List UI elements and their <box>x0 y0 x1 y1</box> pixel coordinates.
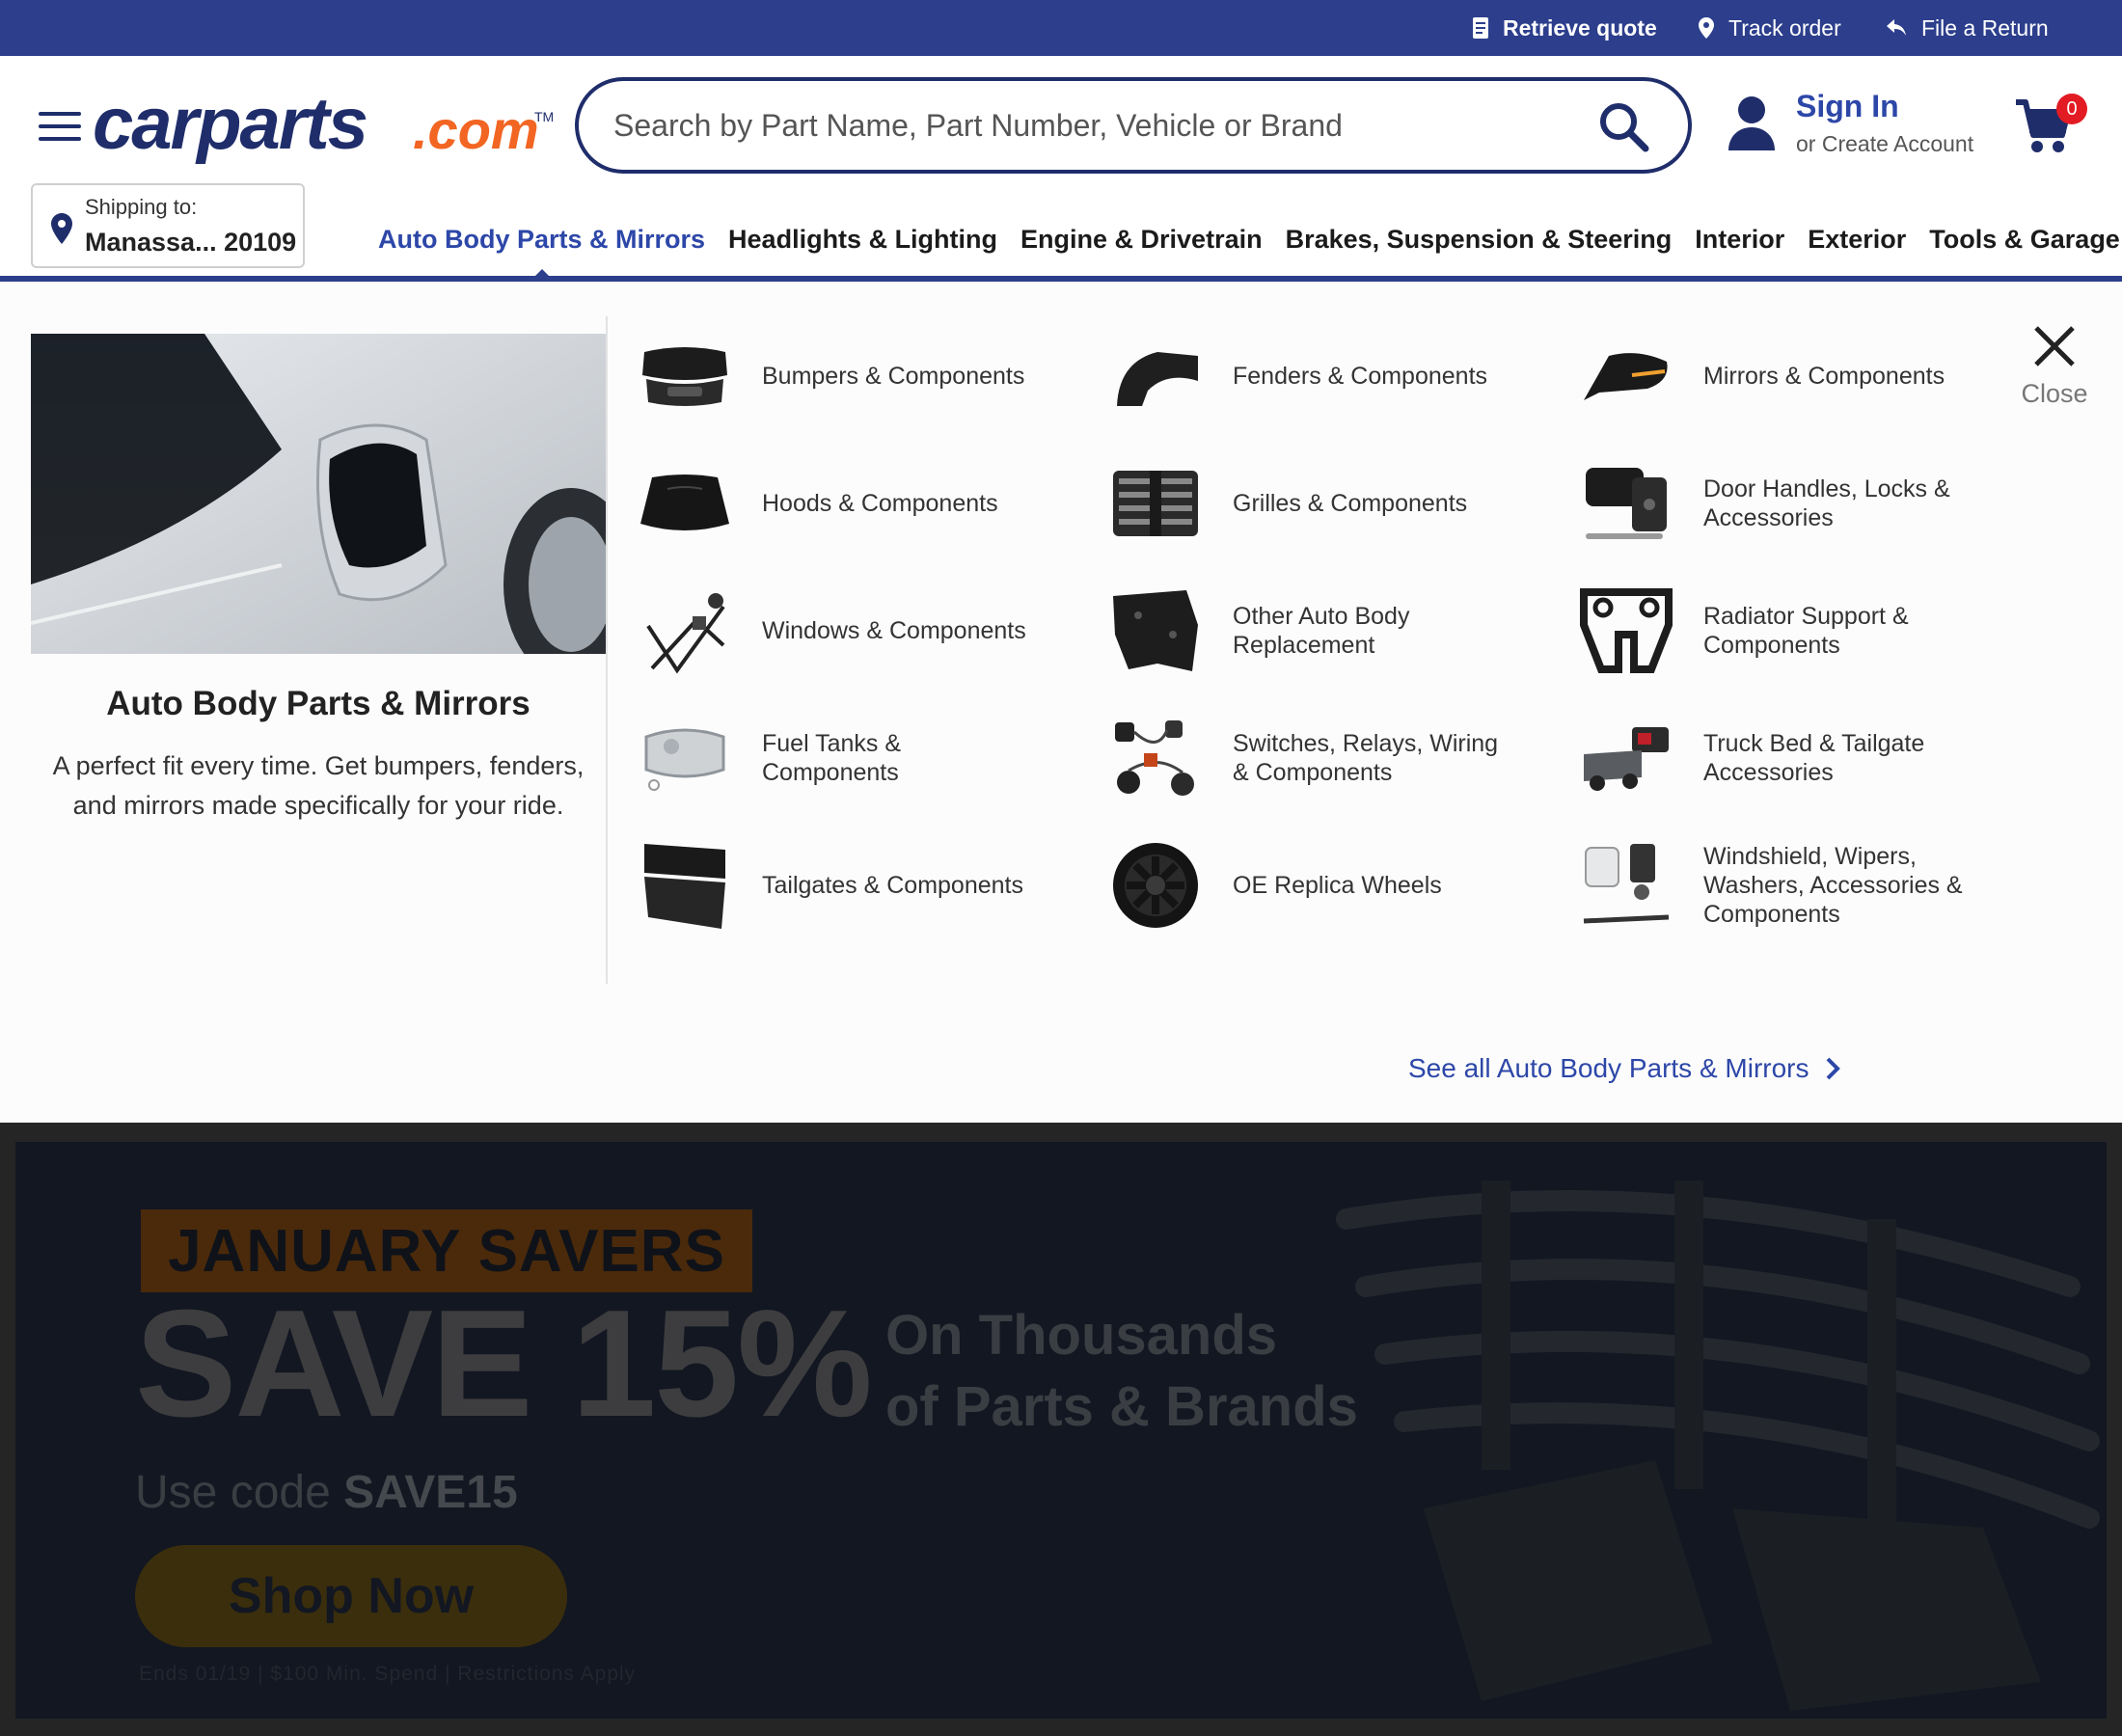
category-other-body[interactable]: Other Auto Body Replacement <box>1107 583 1512 679</box>
category-windshield-wipers[interactable]: Windshield, Wipers, Washers, Accessories… <box>1578 837 1983 934</box>
shipping-location-selector[interactable]: Shipping to: Manassa... 20109 <box>31 183 305 268</box>
search-icon[interactable] <box>1597 100 1649 152</box>
fender-icon <box>1107 328 1204 424</box>
carparts-logo[interactable]: carparts .com TM <box>93 83 556 166</box>
side-mirror-photo[interactable] <box>31 334 606 654</box>
see-all-link[interactable]: See all Auto Body Parts & Mirrors <box>1408 1053 1840 1084</box>
category-grilles[interactable]: Grilles & Components <box>1107 455 1512 552</box>
category-bumpers[interactable]: Bumpers & Components <box>637 328 1042 424</box>
close-icon <box>2034 326 2075 366</box>
category-switches-wiring[interactable]: Switches, Relays, Wiring & Components <box>1107 710 1512 806</box>
see-all-label: See all Auto Body Parts & Mirrors <box>1408 1053 1809 1083</box>
promo-headline: SAVE 15% <box>135 1279 873 1449</box>
windshield-wiper-icon <box>1578 837 1674 934</box>
close-menu-button[interactable]: Close <box>2016 324 2093 409</box>
feature-description: A perfect fit every time. Get bumpers, f… <box>52 751 585 820</box>
create-account-link[interactable]: or Create Account <box>1796 131 1973 157</box>
search-input[interactable] <box>613 81 1578 170</box>
wheel-icon <box>1107 837 1204 934</box>
category-label: Mirrors & Components <box>1703 363 1945 390</box>
close-label: Close <box>2021 379 2088 408</box>
bumper-icon <box>637 328 733 424</box>
radiator-support-icon <box>1578 583 1674 679</box>
nav-auto-body-parts-mirrors[interactable]: Auto Body Parts & Mirrors <box>378 225 705 279</box>
feature-title: Auto Body Parts & Mirrors <box>106 685 530 722</box>
promo-banner-overlay: JANUARY SAVERS SAVE 15% On Thousands of … <box>0 1123 2122 1736</box>
track-order-link[interactable]: Track order <box>1698 0 1841 56</box>
category-door-handles[interactable]: Door Handles, Locks & Accessories <box>1578 455 1983 552</box>
category-label: Door Handles, Locks & Accessories <box>1703 475 1950 531</box>
nav-interior[interactable]: Interior <box>1695 225 1784 265</box>
category-label: Tailgates & Components <box>762 872 1023 899</box>
category-label: Other Auto Body Replacement <box>1233 603 1410 659</box>
search-bar <box>575 77 1692 174</box>
shipping-location: Manassa... 20109 <box>85 228 297 257</box>
category-radiator-support[interactable]: Radiator Support & Components <box>1578 583 1983 679</box>
nav-tools-garage[interactable]: Tools & Garage <box>1929 225 2120 265</box>
retrieve-quote-label: Retrieve quote <box>1503 14 1657 41</box>
logo-wordmark: carparts <box>93 89 367 165</box>
category-label: Switches, Relays, Wiring & Components <box>1233 730 1499 786</box>
category-label: Windows & Components <box>762 617 1026 644</box>
promo-fine-print: Ends 01/19 | $100 Min. Spend | Restricti… <box>139 1663 637 1685</box>
category-oe-replica-wheels[interactable]: OE Replica Wheels <box>1107 837 1512 934</box>
retrieve-quote-link[interactable]: Retrieve quote <box>1472 0 1657 56</box>
category-fuel-tanks[interactable]: Fuel Tanks & Components <box>637 710 1042 806</box>
user-account-icon[interactable] <box>1727 95 1777 152</box>
sign-in-link[interactable]: Sign In <box>1796 89 1899 124</box>
file-return-link[interactable]: File a Return <box>1885 0 2049 56</box>
nav-headlights-lighting[interactable]: Headlights & Lighting <box>728 225 997 265</box>
hamburger-menu-icon[interactable] <box>39 112 81 141</box>
category-label: Grilles & Components <box>1233 490 1468 517</box>
panel-divider <box>606 316 608 984</box>
hood-icon <box>637 455 733 552</box>
category-label: Bumpers & Components <box>762 363 1025 390</box>
category-label: Fenders & Components <box>1233 363 1488 390</box>
tailgate-icon <box>637 837 733 934</box>
category-tailgates[interactable]: Tailgates & Components <box>637 837 1042 934</box>
grille-icon <box>1107 455 1204 552</box>
track-order-label: Track order <box>1728 14 1841 41</box>
nav-engine-drivetrain[interactable]: Engine & Drivetrain <box>1020 225 1263 265</box>
utility-bar: Retrieve quote Track order File a Return <box>0 0 2122 56</box>
logo-suffix: .com <box>413 99 539 160</box>
category-label: OE Replica Wheels <box>1233 872 1442 899</box>
wiring-icon <box>1107 710 1204 806</box>
category-label: Truck Bed & Tailgate Accessories <box>1703 730 1925 786</box>
promo-banner[interactable]: JANUARY SAVERS SAVE 15% On Thousands of … <box>15 1142 2107 1719</box>
fuel-tank-icon <box>637 710 733 806</box>
location-pin-icon <box>51 213 72 244</box>
window-regulator-icon <box>637 583 733 679</box>
mirror-icon <box>1578 328 1674 424</box>
grille-product-image <box>1336 1180 2100 1711</box>
category-nav: Auto Body Parts & Mirrors Headlights & L… <box>378 225 2122 279</box>
promo-subline: On Thousands of Parts & Brands <box>885 1304 1358 1438</box>
promo-code: SAVE15 <box>343 1467 518 1518</box>
category-fenders[interactable]: Fenders & Components <box>1107 328 1512 424</box>
file-return-label: File a Return <box>1921 14 2049 41</box>
truck-bed-icon <box>1578 710 1674 806</box>
category-label: Windshield, Wipers, Washers, Accessories… <box>1703 843 1963 928</box>
return-arrow-icon <box>1887 19 1906 36</box>
location-pin-icon <box>1699 17 1714 39</box>
category-mirrors[interactable]: Mirrors & Components <box>1578 328 1983 424</box>
logo-trademark: TM <box>534 109 554 124</box>
nav-exterior[interactable]: Exterior <box>1808 225 1906 265</box>
category-truck-bed[interactable]: Truck Bed & Tailgate Accessories <box>1578 710 1983 806</box>
mega-menu-panel: Auto Body Parts & Mirrors A perfect fit … <box>0 282 2122 1123</box>
document-icon <box>1473 17 1488 39</box>
door-handle-icon <box>1578 455 1674 552</box>
shipping-label: Shipping to: <box>85 195 198 219</box>
chevron-right-icon <box>1826 1057 1840 1080</box>
nav-brakes-suspension-steering[interactable]: Brakes, Suspension & Steering <box>1286 225 1673 265</box>
category-windows[interactable]: Windows & Components <box>637 583 1042 679</box>
promo-code-text: Use code SAVE15 <box>135 1467 518 1518</box>
category-label: Radiator Support & Components <box>1703 603 1909 659</box>
category-label: Fuel Tanks & Components <box>762 730 902 786</box>
category-hoods[interactable]: Hoods & Components <box>637 455 1042 552</box>
category-label: Hoods & Components <box>762 490 998 517</box>
shop-now-button[interactable]: Shop Now <box>135 1545 567 1647</box>
body-panel-icon <box>1107 583 1204 679</box>
cart-count-badge: 0 <box>2056 94 2087 124</box>
